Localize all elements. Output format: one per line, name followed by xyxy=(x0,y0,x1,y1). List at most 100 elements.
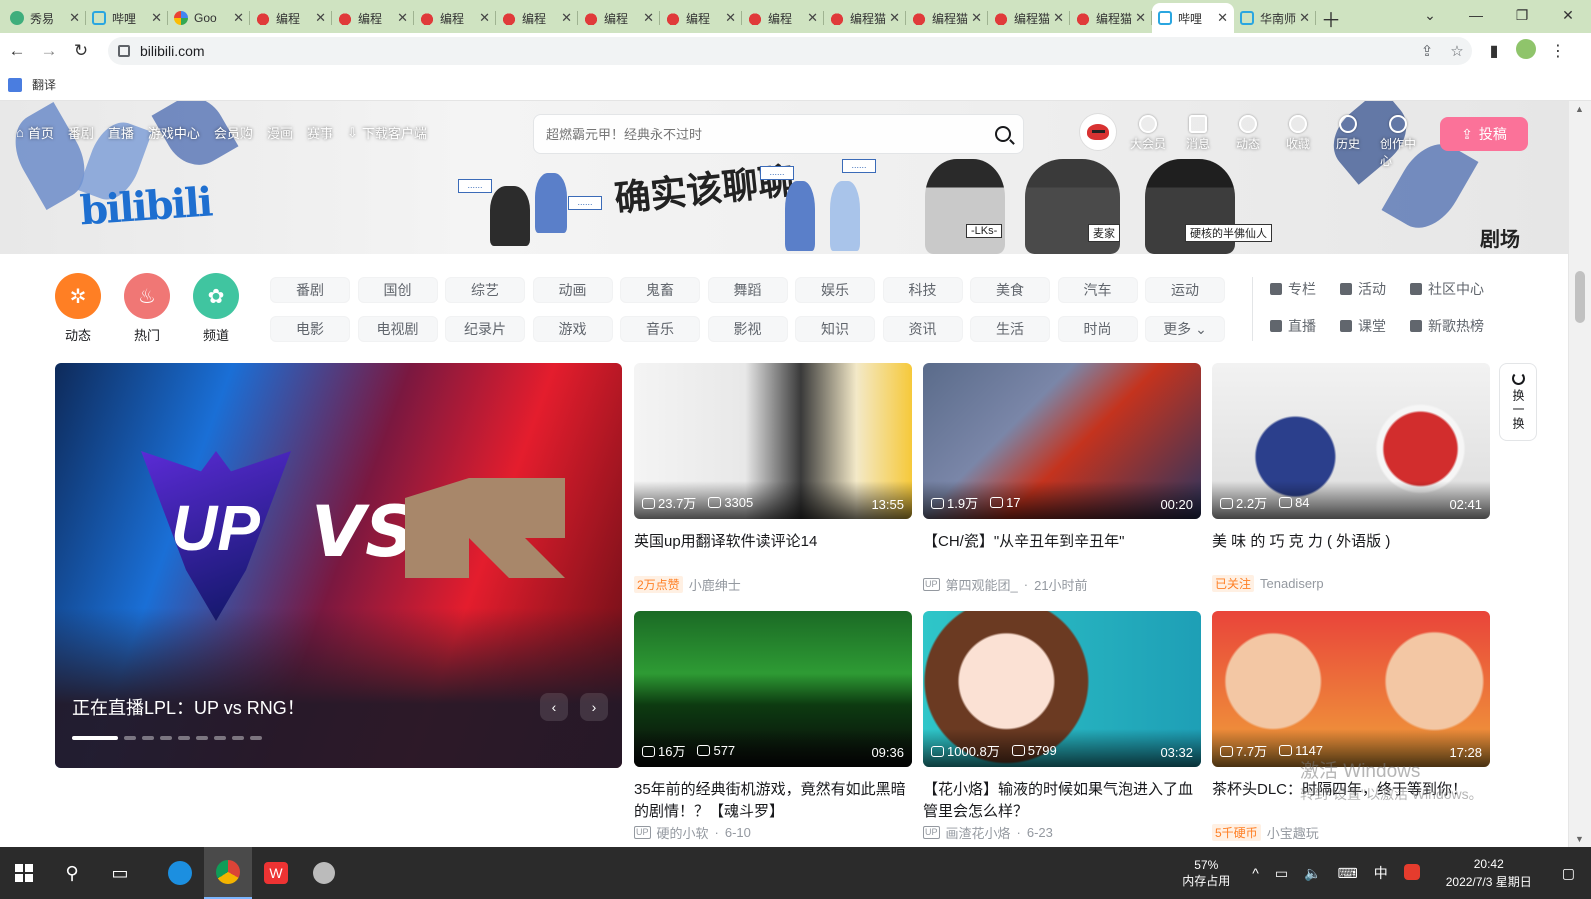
category-tag[interactable]: 国创 xyxy=(357,277,438,303)
video-author[interactable]: 小宝趣玩 xyxy=(1267,823,1319,842)
tab-close-icon[interactable]: ✕ xyxy=(889,10,900,26)
category-tag[interactable]: 电视剧 xyxy=(357,316,438,342)
video-thumbnail[interactable]: 23.7万 3305 13:55 xyxy=(634,363,912,519)
carousel-dot[interactable] xyxy=(72,736,118,740)
browser-tab[interactable]: 哔哩 ✕ xyxy=(1152,3,1234,33)
carousel-dot[interactable] xyxy=(178,736,190,740)
tab-close-icon[interactable]: ✕ xyxy=(233,10,244,26)
carousel-title[interactable]: 正在直播LPL：UP vs RNG！ xyxy=(72,694,305,720)
channel-shortcut[interactable]: ✲ 动态 xyxy=(55,273,101,344)
search-icon[interactable] xyxy=(995,126,1011,142)
user-nav-vip[interactable]: 大会员 xyxy=(1130,115,1166,169)
clock[interactable]: 20:42 2022/7/3 星期日 xyxy=(1446,855,1532,891)
browser-tab[interactable]: 编程 ✕ xyxy=(250,3,332,33)
carousel-dot[interactable] xyxy=(196,736,208,740)
close-window-button[interactable]: ✕ xyxy=(1545,0,1591,30)
minimize-button[interactable]: — xyxy=(1453,0,1499,30)
category-tag[interactable]: 生活 xyxy=(970,316,1050,342)
wps-icon[interactable]: W xyxy=(252,847,300,899)
video-card[interactable]: 7.7万 1147 17:28 茶杯头DLC：时隔四年，终于等到你！ 5千硬币 小宝趣玩 xyxy=(1212,611,1490,842)
category-tag[interactable]: 汽车 xyxy=(1057,277,1138,303)
scrollbar-thumb[interactable] xyxy=(1575,271,1585,323)
omnibox[interactable]: bilibili.com ⇪ ☆ xyxy=(108,37,1472,65)
tab-close-icon[interactable]: ✕ xyxy=(151,10,162,26)
category-tag[interactable]: 更多 ⌄ xyxy=(1145,316,1225,342)
user-nav-dynamic[interactable]: 动态 xyxy=(1230,115,1266,169)
video-author[interactable]: 小鹿绅士 xyxy=(689,575,741,594)
app-icon-media[interactable] xyxy=(300,847,348,899)
carousel-dot[interactable] xyxy=(124,736,136,740)
user-nav-favorite[interactable]: 收藏 xyxy=(1280,115,1316,169)
browser-tab[interactable]: 编程 ✕ xyxy=(742,3,824,33)
category-tag[interactable]: 娱乐 xyxy=(795,277,875,303)
start-button[interactable] xyxy=(0,847,48,899)
tab-close-icon[interactable]: ✕ xyxy=(1135,10,1146,26)
category-tag[interactable]: 游戏 xyxy=(532,316,613,342)
category-tag[interactable]: 美食 xyxy=(970,277,1050,303)
tab-close-icon[interactable]: ✕ xyxy=(315,10,326,26)
notification-icon[interactable]: ▢ xyxy=(1562,865,1575,882)
category-tag[interactable]: 电影 xyxy=(270,316,350,342)
browser-tab[interactable]: 编程猫 ✕ xyxy=(988,3,1070,33)
category-tag[interactable]: 动画 xyxy=(532,277,613,303)
tab-close-icon[interactable]: ✕ xyxy=(69,10,80,26)
browser-tab[interactable]: Goo ✕ xyxy=(168,3,250,33)
user-nav-message[interactable]: 消息 xyxy=(1180,115,1216,169)
tab-close-icon[interactable]: ✕ xyxy=(561,10,572,26)
browser-tab[interactable]: 哔哩 ✕ xyxy=(86,3,168,33)
nav-item[interactable]: 游戏中心 xyxy=(148,123,200,142)
user-nav-history[interactable]: 历史 xyxy=(1330,115,1366,169)
menu-kebab-icon[interactable]: ⋮ xyxy=(1542,41,1574,61)
video-card[interactable]: 1.9万 17 00:20 【CH/瓷】"从辛丑年到辛丑年" UP 第四观能团_ · 21小时… xyxy=(923,363,1201,594)
tab-search-icon[interactable]: ⌄ xyxy=(1407,0,1453,30)
browser-tab[interactable]: 华南师 ✕ xyxy=(1234,3,1316,33)
volume-icon[interactable]: 🔈 xyxy=(1304,865,1321,882)
category-tag[interactable]: 纪录片 xyxy=(445,316,525,342)
page-scrollbar[interactable]: ▲ ▼ xyxy=(1568,101,1591,847)
video-title[interactable]: 【CH/瓷】"从辛丑年到辛丑年" xyxy=(923,531,1201,575)
category-tag[interactable]: 舞蹈 xyxy=(707,277,788,303)
keyboard-icon[interactable]: ⌨ xyxy=(1338,865,1358,882)
browser-tab[interactable]: 编程猫 ✕ xyxy=(1070,3,1152,33)
forward-button[interactable]: → xyxy=(34,36,64,66)
video-thumbnail[interactable]: 7.7万 1147 17:28 xyxy=(1212,611,1490,767)
category-tag[interactable]: 科技 xyxy=(882,277,963,303)
memory-usage[interactable]: 57% 内存占用 xyxy=(1182,857,1230,889)
carousel-dot[interactable] xyxy=(250,736,262,740)
category-tag[interactable]: 影视 xyxy=(707,316,788,342)
browser-tab[interactable]: 编程猫 ✕ xyxy=(906,3,988,33)
category-tag[interactable]: 综艺 xyxy=(445,277,525,303)
video-thumbnail[interactable]: 1000.8万 5799 03:32 xyxy=(923,611,1201,767)
bookmark-star-icon[interactable]: ☆ xyxy=(1442,42,1472,60)
ime-indicator[interactable]: 中 xyxy=(1374,863,1388,883)
network-icon[interactable]: ▭ xyxy=(1275,865,1288,882)
extra-link[interactable]: 新歌热榜 xyxy=(1410,316,1500,336)
browser-tab[interactable]: 编程 ✕ xyxy=(414,3,496,33)
browser-tab[interactable]: 编程 ✕ xyxy=(496,3,578,33)
app-icon-browser-q[interactable] xyxy=(156,847,204,899)
video-author[interactable]: 硬的小软 xyxy=(657,823,709,842)
nav-item[interactable]: 会员购 xyxy=(214,123,253,142)
video-title[interactable]: 35年前的经典街机游戏，竟然有如此黑暗的剧情！？【魂斗罗】 xyxy=(634,779,912,823)
nav-item[interactable]: ⇩ 下载客户端 xyxy=(347,123,427,142)
nav-item[interactable]: 番剧 xyxy=(68,123,94,142)
category-tag[interactable]: 运动 xyxy=(1145,277,1225,303)
nav-item[interactable]: ⌂ 首页 xyxy=(16,123,54,142)
channel-shortcut[interactable]: ✿ 频道 xyxy=(193,273,239,344)
extra-link[interactable]: 直播 xyxy=(1270,316,1340,336)
carousel-dot[interactable] xyxy=(160,736,172,740)
video-title[interactable]: 美 味 的 巧 克 力 ( 外语版 ) xyxy=(1212,531,1490,575)
upload-button[interactable]: ⇪ 投稿 xyxy=(1440,117,1528,151)
video-thumbnail[interactable]: 2.2万 84 02:41 xyxy=(1212,363,1490,519)
browser-tab[interactable]: 编程 ✕ xyxy=(578,3,660,33)
nav-item[interactable]: 赛事 xyxy=(307,123,333,142)
category-tag[interactable]: 音乐 xyxy=(620,316,700,342)
side-panel-icon[interactable]: ▮ xyxy=(1478,41,1510,61)
tab-close-icon[interactable]: ✕ xyxy=(1217,10,1228,26)
search-icon[interactable]: ⚲ xyxy=(48,847,96,899)
carousel-dot[interactable] xyxy=(214,736,226,740)
task-view-icon[interactable]: ▭ xyxy=(96,847,144,899)
search-bar[interactable] xyxy=(533,114,1024,154)
category-tag[interactable]: 鬼畜 xyxy=(620,277,700,303)
url-text[interactable]: bilibili.com xyxy=(140,43,1412,59)
